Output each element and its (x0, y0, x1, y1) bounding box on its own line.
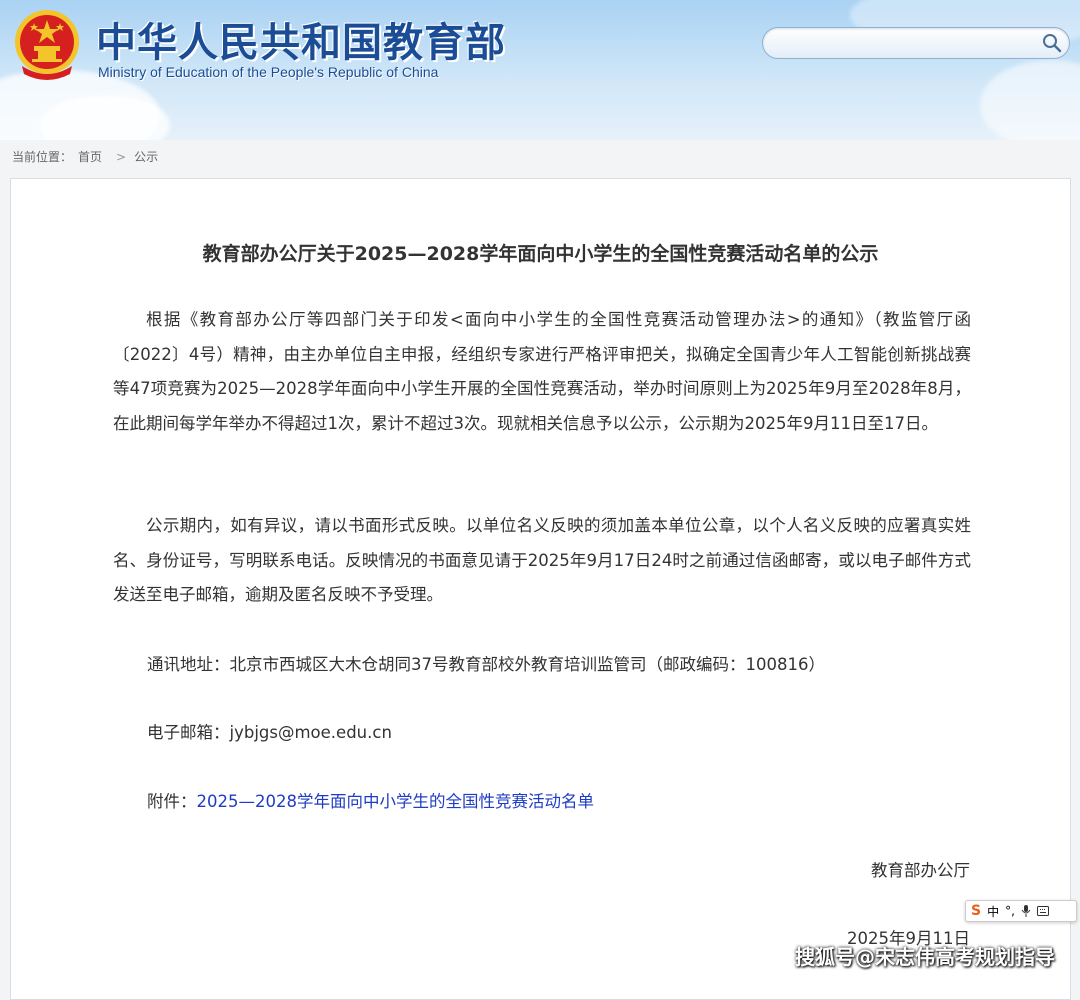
article-title: 教育部办公厅关于2025—2028学年面向中小学生的全国性竞赛活动名单的公示 (202, 243, 879, 265)
watermark-text: 搜狐号@宋志伟高考规划指导 (795, 945, 1055, 969)
search-box (762, 27, 1070, 59)
signature-office: 教育部办公厅 (871, 861, 970, 880)
attachment-link[interactable]: 2025—2028学年面向中小学生的全国性竞赛活动名单 (197, 792, 594, 811)
sogou-logo-icon[interactable]: S (971, 903, 981, 919)
attachment-label: 附件： (147, 792, 197, 811)
search-input[interactable] (777, 33, 1031, 55)
ime-punct-toggle[interactable]: °, (1005, 904, 1015, 918)
keyboard-icon[interactable] (1036, 906, 1049, 916)
microphone-icon[interactable] (1021, 905, 1031, 917)
ime-toolbar[interactable]: S 中 °, (965, 900, 1077, 922)
site-header: 中华人民共和国教育部 Ministry of Education of the … (0, 0, 1080, 140)
contact-email: 电子邮箱：jybjgs@moe.edu.cn (147, 723, 392, 742)
article-panel: 教育部办公厅关于2025—2028学年面向中小学生的全国性竞赛活动名单的公示 根… (10, 178, 1071, 1000)
breadcrumb: 当前位置： 首页 > 公示 (12, 148, 164, 165)
breadcrumb-home-link[interactable]: 首页 (78, 150, 102, 164)
site-title[interactable]: 中华人民共和国教育部 (96, 10, 506, 68)
article-paragraph-1: 根据《教育部办公厅等四部门关于印发<面向中小学生的全国性竞赛活动管理办法>的通知… (113, 310, 971, 433)
national-emblem-icon[interactable] (12, 8, 82, 84)
breadcrumb-label: 当前位置： (12, 150, 73, 164)
site-subtitle: Ministry of Education of the People's Re… (98, 64, 439, 80)
search-icon[interactable] (1041, 32, 1063, 54)
breadcrumb-current[interactable]: 公示 (134, 150, 158, 164)
dandelion-decoration (980, 60, 1080, 140)
attachment-line: 附件：2025—2028学年面向中小学生的全国性竞赛活动名单 (147, 788, 594, 812)
breadcrumb-separator: > (116, 150, 127, 164)
ime-mode-toggle[interactable]: 中 (987, 903, 999, 920)
article-paragraph-2: 公示期内，如有异议，请以书面形式反映。以单位名义反映的须加盖本单位公章，以个人名… (113, 516, 971, 604)
contact-address: 通讯地址：北京市西城区大木仓胡同37号教育部校外教育培训监管司（邮政编码：100… (147, 655, 825, 674)
